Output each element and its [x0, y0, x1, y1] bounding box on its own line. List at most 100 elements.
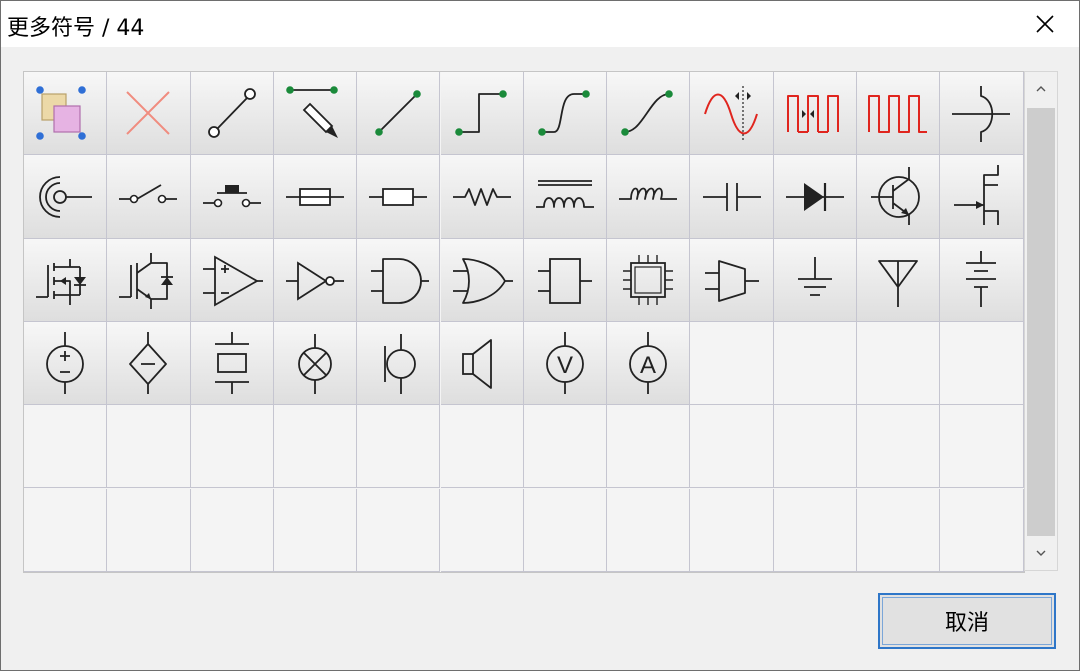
delete-cross-icon [126, 91, 171, 135]
symbol-cell[interactable] [440, 72, 524, 156]
dependent-source-icon [129, 332, 168, 395]
dialog-window: 更多符号 / 44 V A 取消 [0, 0, 1080, 671]
ground-icon [797, 256, 832, 296]
symbol-cell[interactable] [773, 155, 857, 239]
symbol-cell[interactable] [607, 72, 691, 156]
symbol-cell[interactable] [107, 155, 191, 239]
transistor-icon [871, 167, 921, 226]
square-wave-icon [868, 95, 928, 134]
symbol-cell[interactable] [690, 238, 774, 322]
symbol-cell[interactable] [523, 155, 608, 239]
symbol-cell[interactable] [107, 321, 191, 406]
symbol-cell[interactable] [857, 155, 941, 239]
square-pulse-adjust-icon [786, 95, 839, 134]
microphone-icon [384, 334, 417, 395]
crystal-icon [214, 332, 249, 395]
close-button[interactable] [1027, 8, 1063, 40]
empty-cell [357, 405, 441, 489]
empty-cell [690, 321, 774, 406]
symbol-cell[interactable] [357, 321, 441, 406]
title-bar: 更多符号 / 44 [1, 1, 1079, 47]
symbol-cell[interactable] [857, 72, 941, 156]
chevron-up-icon [1036, 86, 1046, 92]
symbol-cell[interactable] [607, 238, 691, 322]
empty-cell [940, 488, 1024, 572]
empty-cell [357, 488, 441, 572]
symbol-cell[interactable]: A [607, 321, 691, 406]
symbol-cell[interactable] [273, 72, 358, 156]
symbol-cell[interactable] [190, 72, 274, 156]
symbol-cell[interactable] [273, 155, 358, 239]
symbol-cell[interactable] [24, 238, 108, 322]
symbol-cell[interactable] [523, 238, 608, 322]
symbol-cell[interactable] [24, 155, 108, 239]
empty-cell [857, 405, 941, 489]
svg-text:V: V [557, 352, 573, 379]
pencil-draw-icon [286, 86, 339, 139]
symbol-cell[interactable] [773, 72, 857, 156]
symbol-cell[interactable] [690, 72, 774, 156]
symbol-cell[interactable] [107, 238, 191, 322]
resistor-icon [369, 188, 428, 207]
scroll-down-button[interactable] [1025, 536, 1057, 570]
inductor-icon [619, 188, 678, 201]
symbol-cell[interactable] [357, 238, 441, 322]
chevron-down-icon [1036, 550, 1046, 556]
symbol-cell[interactable] [357, 72, 441, 156]
symbol-cell[interactable] [940, 238, 1024, 322]
op-amp-icon [202, 255, 263, 307]
and-gate-icon [371, 257, 430, 304]
symbol-cell[interactable] [190, 238, 274, 322]
or-gate-icon [452, 257, 513, 304]
empty-cell [273, 488, 358, 572]
symbol-cell[interactable] [440, 155, 524, 239]
push-button-icon [202, 185, 261, 208]
ic-chip-icon [623, 254, 674, 305]
straight-line-icon [375, 90, 422, 136]
svg-text:A: A [640, 352, 656, 379]
symbol-cell[interactable] [773, 238, 857, 322]
symbol-cell[interactable] [107, 72, 191, 156]
symbol-cell[interactable] [24, 72, 108, 156]
line-open-nodes-icon [207, 88, 256, 139]
symbol-cell[interactable] [357, 155, 441, 239]
scroll-up-button[interactable] [1025, 72, 1057, 106]
symbol-cell[interactable] [190, 321, 274, 406]
symbol-cell[interactable] [440, 321, 524, 406]
empty-cell [857, 488, 941, 572]
empty-cell [773, 488, 857, 572]
symbol-cell[interactable] [690, 155, 774, 239]
symbol-cell[interactable]: V [523, 321, 608, 406]
close-icon [1036, 15, 1054, 33]
empty-cell [690, 488, 774, 572]
symbol-cell[interactable] [273, 321, 358, 406]
empty-cell [440, 405, 524, 489]
symbol-cell[interactable] [940, 72, 1024, 156]
resistor-zigzag-icon [452, 188, 511, 207]
symbol-cell[interactable] [607, 155, 691, 239]
empty-cell [773, 405, 857, 489]
empty-cell [940, 321, 1024, 406]
cancel-button[interactable]: 取消 [878, 593, 1056, 649]
symbol-cell[interactable] [523, 72, 608, 156]
switch-icon [119, 184, 178, 204]
symbol-cell[interactable] [940, 155, 1024, 239]
capacitor-icon [702, 183, 761, 212]
empty-cell [190, 488, 274, 572]
ammeter-icon: A [629, 332, 668, 395]
vertical-scrollbar[interactable] [1024, 71, 1058, 571]
empty-cell [107, 405, 191, 489]
empty-cell [107, 488, 191, 572]
symbol-cell[interactable] [190, 155, 274, 239]
symbol-cell[interactable] [857, 238, 941, 322]
symbol-cell[interactable] [273, 238, 358, 322]
sine-wave-icon [703, 86, 758, 141]
scroll-thumb[interactable] [1027, 108, 1055, 536]
symbol-cell[interactable] [24, 321, 108, 406]
symbol-cell[interactable] [440, 238, 524, 322]
empty-cell [24, 405, 108, 489]
jfet-icon [954, 165, 1000, 226]
empty-cell [190, 405, 274, 489]
empty-cell [607, 405, 691, 489]
block-icon [537, 257, 592, 304]
